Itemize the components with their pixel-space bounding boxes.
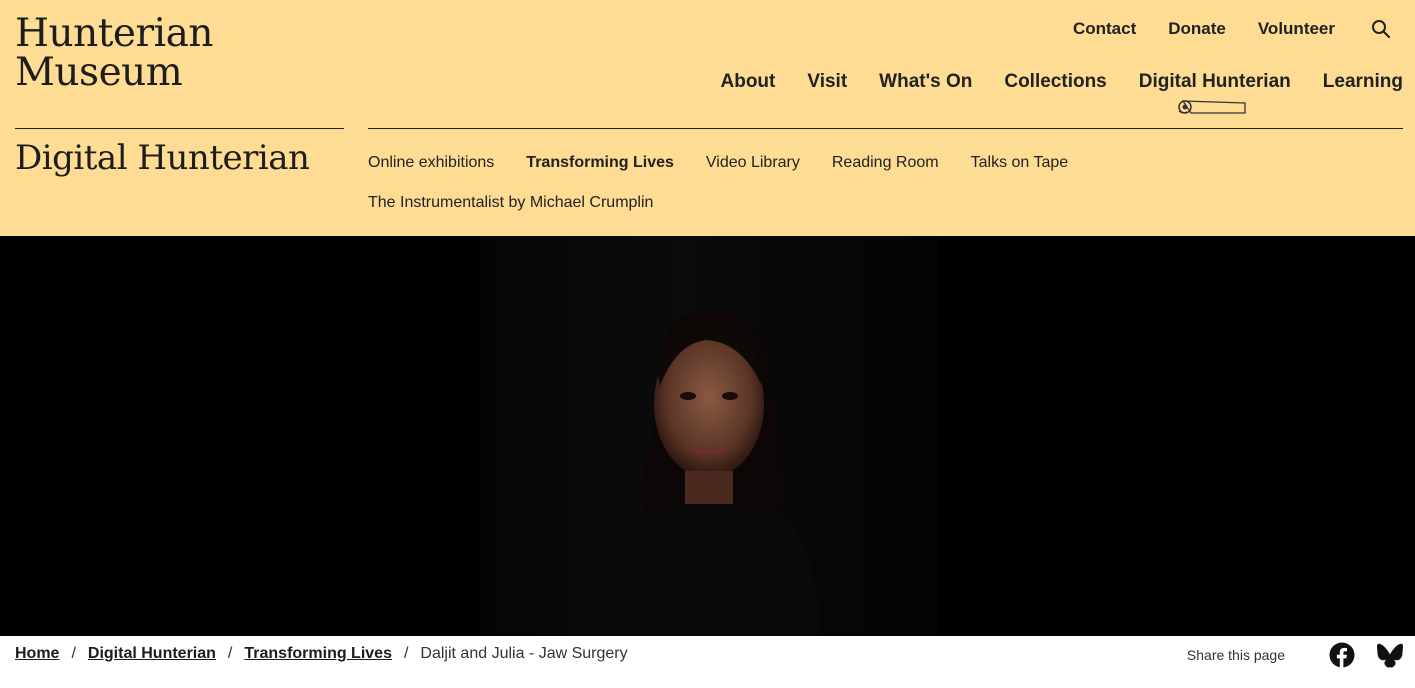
main-nav: About Visit What's On Collections Digita… <box>689 71 1403 114</box>
logo-line-1: Hunterian <box>15 11 213 56</box>
breadcrumb-transforming-lives[interactable]: Transforming Lives <box>244 645 392 663</box>
site-logo[interactable]: Hunterian Museum <box>15 14 213 92</box>
nav-whats-on[interactable]: What's On <box>879 71 972 93</box>
nav-learning[interactable]: Learning <box>1323 71 1403 93</box>
site-header: Hunterian Museum Contact Donate Voluntee… <box>0 0 1415 236</box>
volunteer-link[interactable]: Volunteer <box>1258 19 1335 39</box>
search-icon[interactable] <box>1371 19 1391 39</box>
donate-link[interactable]: Donate <box>1168 19 1226 39</box>
nav-visit[interactable]: Visit <box>807 71 847 93</box>
nav-collections[interactable]: Collections <box>1004 71 1106 93</box>
subnav-talks-on-tape[interactable]: Talks on Tape <box>971 151 1069 175</box>
nav-digital-hunterian[interactable]: Digital Hunterian <box>1139 71 1291 92</box>
hero-video[interactable] <box>0 236 1415 636</box>
saw-icon <box>1178 100 1246 114</box>
share-bar: Share this page <box>1187 642 1403 668</box>
subnav-transforming-lives[interactable]: Transforming Lives <box>526 151 674 175</box>
subnav-reading-room[interactable]: Reading Room <box>832 151 939 175</box>
section-title[interactable]: Digital Hunterian <box>15 138 310 178</box>
breadcrumb-separator: / <box>403 645 409 662</box>
divider-right <box>368 128 1403 129</box>
subnav-instrumentalist[interactable]: The Instrumentalist by Michael Crumplin <box>368 191 653 215</box>
hero-portrait-frame <box>480 236 938 636</box>
subnav-online-exhibitions[interactable]: Online exhibitions <box>368 151 494 175</box>
bluesky-icon[interactable] <box>1377 642 1403 668</box>
share-label: Share this page <box>1186 647 1285 663</box>
breadcrumb-current: Daljit and Julia - Jaw Surgery <box>420 645 628 662</box>
subnav-video-library[interactable]: Video Library <box>706 151 800 175</box>
breadcrumb: Home / Digital Hunterian / Transforming … <box>15 645 628 663</box>
person-portrait-image <box>600 310 820 636</box>
breadcrumb-digital-hunterian[interactable]: Digital Hunterian <box>88 645 216 663</box>
section-sub-nav: Online exhibitions Transforming Lives Vi… <box>368 151 1368 231</box>
contact-link[interactable]: Contact <box>1073 19 1136 39</box>
logo-line-2: Museum <box>15 50 183 95</box>
nav-about[interactable]: About <box>721 71 776 93</box>
breadcrumb-separator: / <box>227 645 233 662</box>
breadcrumb-separator: / <box>71 645 76 662</box>
facebook-icon[interactable] <box>1329 642 1355 668</box>
nav-digital-hunterian-wrap: Digital Hunterian <box>1139 71 1291 114</box>
divider-left <box>15 128 344 129</box>
utility-nav: Contact Donate Volunteer <box>1041 19 1391 39</box>
breadcrumb-home[interactable]: Home <box>15 645 59 663</box>
